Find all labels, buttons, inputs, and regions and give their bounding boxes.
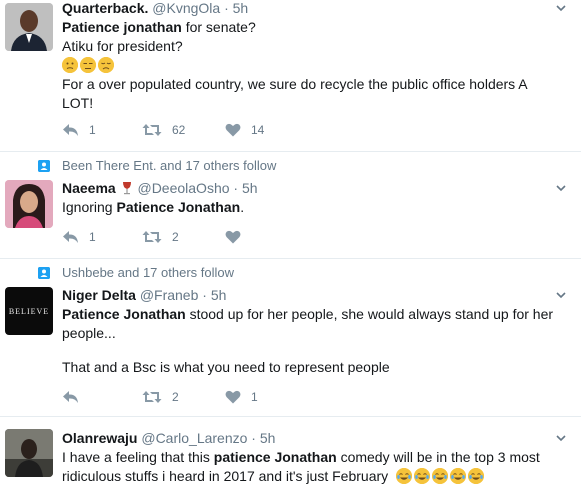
user-name[interactable]: Niger Delta [62,287,136,303]
retweet-button[interactable]: 62 [142,121,185,139]
heart-icon [225,230,241,244]
text-segment: comedy will be in the top 3 most [336,449,540,465]
social-context-text: Ushbebe and 17 others follow [62,265,235,280]
timestamp[interactable]: 5h [242,180,258,196]
retweet-count: 2 [172,390,179,404]
avatar[interactable]: BELIEVE [5,287,53,335]
user-handle[interactable]: @DeeolaOsho [137,180,229,196]
emoji-row [62,56,551,75]
confused-face-emoji [62,57,78,73]
user-handle[interactable]: @KvngOla [152,0,220,16]
reply-icon [62,123,79,137]
heart-icon [225,390,241,404]
separator-dot: · [251,430,256,446]
reply-button[interactable]: 1 [62,228,96,246]
person-follow-icon [38,266,50,279]
tweet[interactable]: Quarterback. @KvngOla · 5h Patience jona… [0,0,581,152]
avatar[interactable] [5,3,53,51]
like-button[interactable] [225,228,241,246]
chevron-down-icon[interactable] [555,2,567,14]
tears-of-joy-emoji [396,468,413,484]
like-count: 1 [251,390,258,404]
tears-of-joy-emoji [432,468,449,484]
text-line: people... [62,325,116,341]
retweet-count: 62 [172,123,186,137]
chevron-down-icon[interactable] [555,289,567,301]
tears-of-joy-emoji [468,468,485,484]
retweet-count: 2 [172,230,179,244]
tweet[interactable]: Been There Ent. and 17 others follow Nae… [0,152,581,259]
retweet-button[interactable]: 2 [142,388,179,406]
heart-icon [225,123,241,137]
highlight-term[interactable]: Patience Jonathan [62,306,186,322]
timestamp[interactable]: 5h [233,0,249,16]
text-line: Atiku for president? [62,38,183,54]
retweet-icon [142,390,162,404]
chevron-down-icon[interactable] [555,182,567,194]
disappointed-face-emoji [98,57,114,73]
reply-count: 1 [89,230,96,244]
tweet-text: I have a feeling that this patience Jona… [62,448,573,486]
laughing-emoji-row [396,468,486,484]
reply-button[interactable] [62,388,79,406]
separator-dot: · [202,287,207,303]
timestamp[interactable]: 5h [211,287,227,303]
tweet-text: Patience Jonathan stood up for her peopl… [62,305,573,377]
highlight-term[interactable]: Patience jonathan [62,19,182,35]
separator-dot: · [224,0,229,16]
tweet-text: Patience jonathan for senate? Atiku for … [62,18,551,113]
reply-icon [62,390,79,404]
tweet[interactable]: Olanrewaju @Carlo_Larenzo · 5h I have a … [0,417,581,498]
social-context[interactable]: Ushbebe and 17 others follow [38,265,234,280]
social-context[interactable]: Been There Ent. and 17 others follow [38,158,276,173]
tears-of-joy-emoji [414,468,431,484]
chevron-down-icon[interactable] [555,432,567,444]
text-line: LOT! [62,95,94,111]
highlight-term[interactable]: Patience Jonathan [116,199,240,215]
reply-icon [62,230,79,244]
separator-dot: · [233,180,239,196]
retweet-icon [142,230,162,244]
user-name[interactable]: Olanrewaju [62,430,137,446]
retweet-button[interactable]: 2 [142,228,179,246]
social-context-text: Been There Ent. and 17 others follow [62,158,277,173]
user-name[interactable]: Quarterback. [62,0,148,16]
tears-of-joy-emoji [450,468,467,484]
user-handle[interactable]: @Franeb [140,287,199,303]
text-segment: . [240,199,245,215]
avatar-text: BELIEVE [8,306,50,316]
user-name[interactable]: Naeema [62,180,116,196]
text-line: ridiculous stuffs i heard in 2017 and it… [62,468,389,484]
text-segment: stood up for her people, she would alway… [185,306,554,322]
user-handle[interactable]: @Carlo_Larenzo [141,430,247,446]
text-segment: I have a feeling that this [62,449,214,465]
expressionless-face-emoji [80,57,96,73]
reply-count: 1 [89,123,96,137]
like-count: 14 [251,123,265,137]
text-line: For a over populated country, we sure do… [62,76,528,92]
avatar[interactable] [5,429,53,477]
avatar[interactable] [5,180,53,228]
tweet[interactable]: Ushbebe and 17 others follow BELIEVE Nig… [0,259,581,417]
like-button[interactable]: 1 [225,388,258,406]
timestamp[interactable]: 5h [260,430,276,446]
text-segment: Ignoring [62,199,117,215]
tweet-text: Ignoring Patience Jonathan. [62,198,551,217]
wine-glass-emoji [120,181,134,195]
retweet-icon [142,123,162,137]
like-button[interactable]: 14 [225,121,264,139]
person-follow-icon [38,159,50,172]
highlight-term[interactable]: patience Jonathan [214,449,337,465]
reply-button[interactable]: 1 [62,121,96,139]
text-line: That and a Bsc is what you need to repre… [62,359,390,375]
text-segment: for senate? [181,19,256,35]
